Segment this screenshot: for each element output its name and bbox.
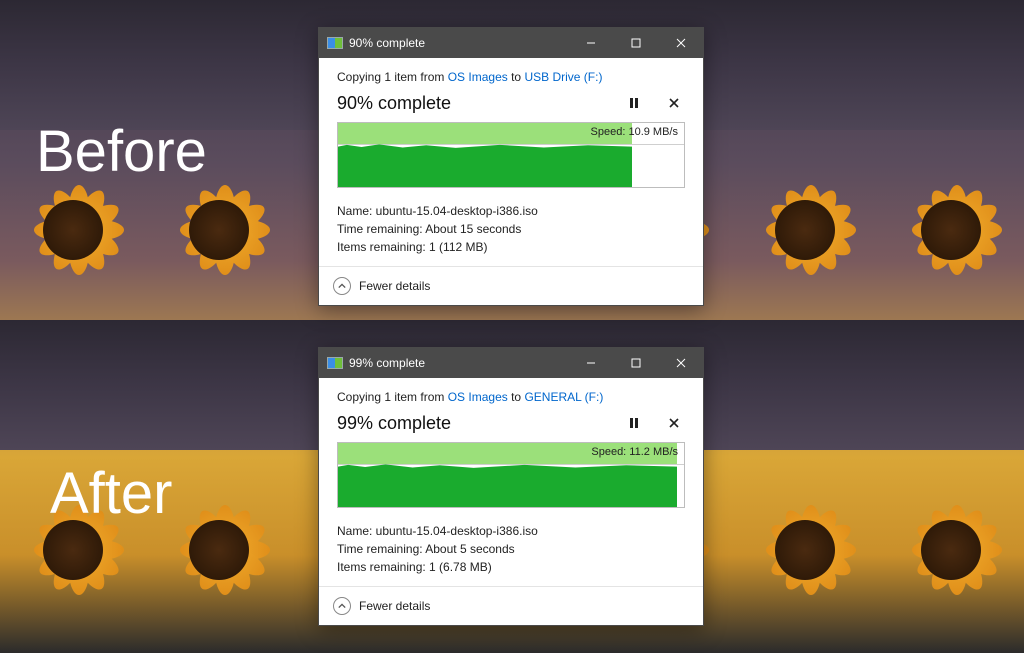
cancel-button[interactable] [663, 412, 685, 434]
minimize-button[interactable] [568, 348, 613, 378]
fewer-details-link[interactable]: Fewer details [359, 599, 430, 613]
maximize-button[interactable] [613, 28, 658, 58]
copying-prefix: Copying 1 item from [337, 70, 448, 84]
titlebar-text: 99% complete [349, 356, 568, 370]
titlebar-text: 90% complete [349, 36, 568, 50]
destination-link[interactable]: GENERAL (F:) [524, 390, 603, 404]
close-button[interactable] [658, 28, 703, 58]
copy-window-icon [327, 37, 343, 49]
before-label: Before [36, 118, 207, 185]
copy-dialog-before: 90% complete Copying 1 item from OS Imag… [318, 27, 704, 306]
dialog-body: Copying 1 item from OS Images to GENERAL… [319, 378, 703, 586]
copying-line: Copying 1 item from OS Images to GENERAL… [337, 390, 685, 404]
copying-mid: to [508, 390, 525, 404]
graph-divider [338, 464, 684, 465]
copying-prefix: Copying 1 item from [337, 390, 448, 404]
fewer-details-link[interactable]: Fewer details [359, 279, 430, 293]
detail-items: Items remaining: 1 (112 MB) [337, 238, 685, 256]
details-block: Name: ubuntu-15.04-desktop-i386.iso Time… [337, 202, 685, 256]
percent-complete-text: 90% complete [337, 93, 605, 114]
dialog-body: Copying 1 item from OS Images to USB Dri… [319, 58, 703, 266]
source-link[interactable]: OS Images [448, 70, 508, 84]
graph-divider [338, 144, 684, 145]
detail-name: Name: ubuntu-15.04-desktop-i386.iso [337, 522, 685, 540]
chevron-up-icon[interactable] [333, 277, 351, 295]
copy-dialog-after: 99% complete Copying 1 item from OS Imag… [318, 347, 704, 626]
comparison-canvas: Before After 90% complete Copying 1 item… [0, 0, 1024, 653]
close-button[interactable] [658, 348, 703, 378]
pause-button[interactable] [623, 92, 645, 114]
cancel-button[interactable] [663, 92, 685, 114]
speed-label: Speed: 10.9 MB/s [591, 126, 678, 138]
speed-label: Speed: 11.2 MB/s [591, 446, 678, 458]
percent-complete-text: 99% complete [337, 413, 605, 434]
source-link[interactable]: OS Images [448, 390, 508, 404]
details-block: Name: ubuntu-15.04-desktop-i386.iso Time… [337, 522, 685, 576]
copying-mid: to [508, 70, 525, 84]
detail-name: Name: ubuntu-15.04-desktop-i386.iso [337, 202, 685, 220]
graph-speed-area [338, 464, 677, 507]
percent-row: 90% complete [337, 92, 685, 114]
detail-time: Time remaining: About 15 seconds [337, 220, 685, 238]
chevron-up-icon[interactable] [333, 597, 351, 615]
copying-line: Copying 1 item from OS Images to USB Dri… [337, 70, 685, 84]
destination-link[interactable]: USB Drive (F:) [524, 70, 602, 84]
speed-graph: Speed: 10.9 MB/s [337, 122, 685, 188]
maximize-button[interactable] [613, 348, 658, 378]
titlebar[interactable]: 90% complete [319, 28, 703, 58]
minimize-button[interactable] [568, 28, 613, 58]
detail-time: Time remaining: About 5 seconds [337, 540, 685, 558]
dialog-footer: Fewer details [319, 266, 703, 305]
graph-progress-band [338, 123, 632, 144]
percent-row: 99% complete [337, 412, 685, 434]
detail-items: Items remaining: 1 (6.78 MB) [337, 558, 685, 576]
copy-window-icon [327, 357, 343, 369]
pause-button[interactable] [623, 412, 645, 434]
speed-graph: Speed: 11.2 MB/s [337, 442, 685, 508]
dialog-footer: Fewer details [319, 586, 703, 625]
after-label: After [50, 460, 173, 527]
graph-speed-area [338, 144, 632, 187]
titlebar[interactable]: 99% complete [319, 348, 703, 378]
